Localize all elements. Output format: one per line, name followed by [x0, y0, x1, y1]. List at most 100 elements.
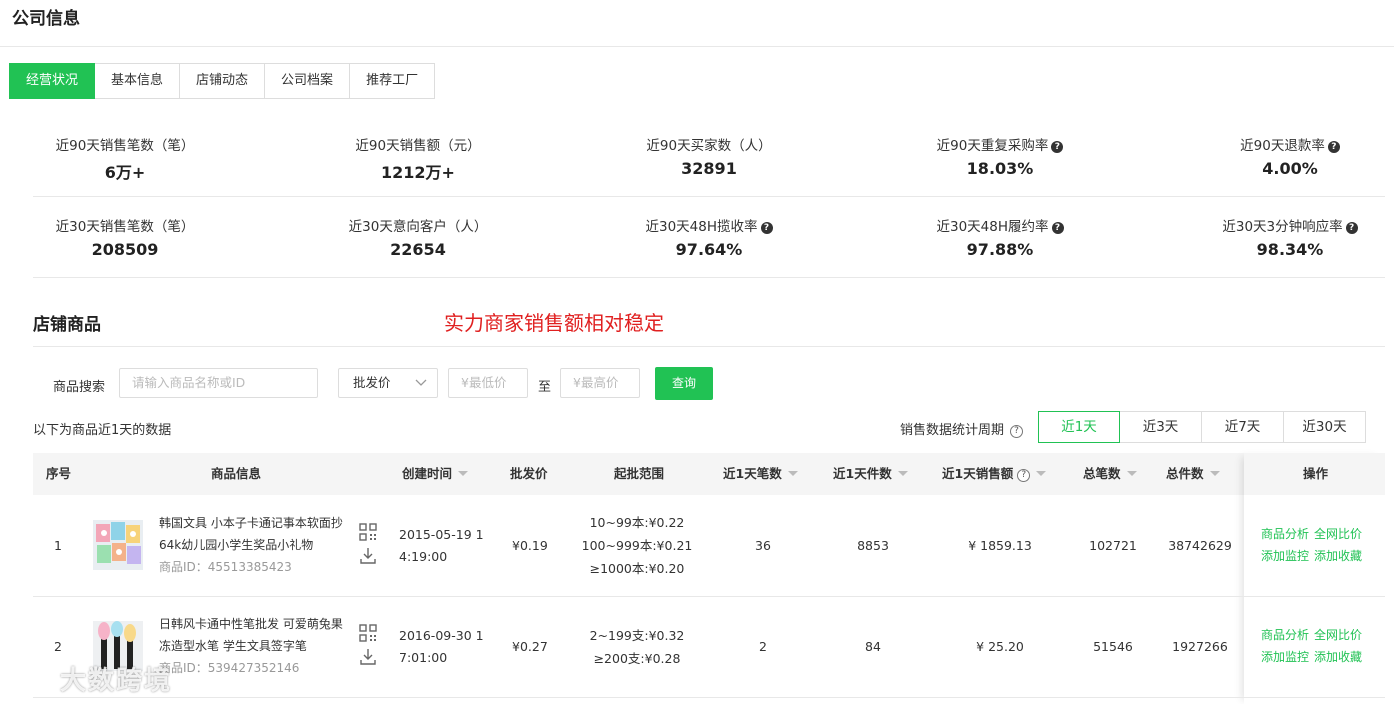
tab-basic-info[interactable]: 基本信息 [95, 63, 181, 99]
stat-label: 近90天退款率 [1240, 138, 1325, 154]
compare-price-link[interactable]: 全网比价 [1314, 628, 1362, 642]
col-sales-1d[interactable]: 近1天销售额? [942, 453, 1047, 495]
help-icon[interactable]: ? [1017, 469, 1031, 482]
col-product-info: 商品信息 [211, 466, 262, 481]
min-price-input[interactable]: ¥最低价 [448, 368, 528, 398]
notebook-image [93, 520, 143, 570]
add-favorite-link[interactable]: 添加收藏 [1314, 650, 1362, 664]
product-analysis-link[interactable]: 商品分析 [1261, 527, 1309, 541]
col-created[interactable]: 创建时间 [402, 453, 469, 495]
created-time-line: 2016-09-30 1 [399, 628, 484, 643]
stat-value: 97.88% [966, 240, 1034, 259]
divider [0, 46, 1394, 47]
created-time-line: 4:19:00 [399, 549, 448, 564]
col-created-label: 创建时间 [402, 466, 453, 481]
pieces-1d: 8853 [857, 538, 889, 553]
qr-code-icon[interactable] [358, 623, 378, 643]
help-icon[interactable]: ? [1051, 222, 1064, 234]
tab-company-profile[interactable]: 公司档案 [265, 63, 351, 99]
section-title: 店铺商品 [33, 315, 101, 335]
stat-label: 近90天销售额（元） [355, 138, 481, 154]
col-total-orders-label: 总笔数 [1083, 466, 1121, 481]
download-icon[interactable] [358, 647, 378, 667]
stat-label: 近90天重复采购率 [936, 138, 1049, 154]
range-tier: ≥1000本:¥0.20 [589, 561, 685, 576]
stat-card: 近30天销售笔数（笔） 208509 [25, 215, 225, 259]
stat-label: 近90天买家数（人） [646, 138, 772, 154]
period-30d[interactable]: 近30天 [1284, 411, 1366, 443]
period-7d[interactable]: 近7天 [1202, 411, 1284, 443]
batch-range: 10~99本:¥0.22 100~999本:¥0.21 ≥1000本:¥0.20 [575, 511, 699, 580]
batch-range: 2~199支:¥0.32 ≥200支:¥0.28 [575, 624, 699, 670]
row-divider [33, 697, 1385, 698]
divider [33, 196, 1385, 197]
help-icon[interactable]: ? [1345, 222, 1358, 234]
data-note: 以下为商品近1天的数据 [33, 423, 172, 438]
price-type-select[interactable]: 批发价 [338, 368, 438, 398]
col-price: 批发价 [510, 466, 548, 481]
watermark-icon [10, 669, 56, 689]
compare-price-link[interactable]: 全网比价 [1314, 527, 1362, 541]
divider [33, 277, 1385, 278]
period-1d[interactable]: 近1天 [1038, 411, 1120, 443]
stat-card: 近30天48H履约率? 97.88% [900, 215, 1100, 259]
help-icon[interactable]: ? [1327, 141, 1340, 153]
col-pieces-1d[interactable]: 近1天件数 [833, 453, 908, 495]
sort-icon [1126, 471, 1137, 476]
search-input[interactable]: 请输入商品名称或ID [119, 368, 318, 398]
stat-value: 18.03% [966, 159, 1034, 178]
product-name-line[interactable]: 韩国文具 小本子卡通记事本软面抄 [159, 512, 349, 534]
product-name-line[interactable]: 日韩风卡通中性笔批发 可爱萌兔果 [159, 613, 349, 635]
product-thumbnail[interactable] [93, 520, 143, 570]
help-icon[interactable]: ? [1010, 425, 1024, 438]
sales-1d: ¥ 1859.13 [968, 538, 1032, 553]
product-name-line[interactable]: 冻造型水笔 学生文具签字笔 [159, 635, 349, 657]
add-monitor-link[interactable]: 添加监控 [1261, 650, 1309, 664]
download-icon[interactable] [358, 546, 378, 566]
col-orders-1d[interactable]: 近1天笔数 [723, 453, 798, 495]
stat-label: 近30天意向客户（人） [348, 219, 488, 235]
help-icon[interactable]: ? [760, 222, 773, 234]
col-index: 序号 [46, 466, 72, 481]
col-total-pieces[interactable]: 总件数 [1166, 453, 1220, 495]
stat-value: 6万+ [104, 163, 146, 182]
add-monitor-link[interactable]: 添加监控 [1261, 549, 1309, 563]
tab-recommended-factory[interactable]: 推荐工厂 [350, 63, 436, 99]
stat-card: 近90天买家数（人） 32891 [609, 134, 809, 178]
range-tier: 100~999本:¥0.21 [581, 538, 693, 553]
range-tier: ≥200支:¥0.28 [593, 651, 681, 666]
stat-card: 近30天48H揽收率? 97.64% [609, 215, 809, 259]
total-pieces: 38742629 [1168, 538, 1232, 553]
orders-1d: 36 [755, 538, 771, 553]
sort-icon [1036, 471, 1047, 476]
stat-value: 1212万+ [381, 163, 455, 182]
period-3d[interactable]: 近3天 [1120, 411, 1202, 443]
search-button[interactable]: 查询 [655, 367, 713, 400]
row-actions: 商品分析 全网比价 添加监控 添加收藏 [1261, 624, 1367, 668]
product-info: 日韩风卡通中性笔批发 可爱萌兔果 冻造型水笔 学生文具签字笔 商品ID：5394… [159, 613, 349, 679]
product-name-line[interactable]: 64k幼儿园小学生奖品小礼物 [159, 534, 349, 556]
add-favorite-link[interactable]: 添加收藏 [1314, 549, 1362, 563]
created-time-line: 2015-05-19 1 [399, 527, 484, 542]
created-time: 2016-09-30 1 7:01:00 [399, 625, 484, 669]
total-orders: 102721 [1089, 538, 1137, 553]
stat-label: 近30天销售笔数（笔） [55, 219, 195, 235]
tab-bar: 经营状况 基本信息 店铺动态 公司档案 推荐工厂 [9, 63, 436, 99]
help-icon[interactable]: ? [1051, 141, 1064, 153]
sales-1d: ¥ 25.20 [976, 639, 1024, 654]
row-divider [33, 596, 1385, 597]
stat-label: 近30天48H揽收率 [645, 219, 758, 235]
col-orders-1d-label: 近1天笔数 [723, 466, 782, 481]
sort-icon [787, 471, 798, 476]
stat-card: 近90天退款率? 4.00% [1190, 134, 1390, 178]
product-analysis-link[interactable]: 商品分析 [1261, 628, 1309, 642]
tab-business-status[interactable]: 经营状况 [9, 63, 96, 99]
product-id: 商品ID：539427352146 [159, 661, 300, 675]
search-label: 商品搜索 [53, 380, 106, 395]
qr-code-icon[interactable] [358, 522, 378, 542]
max-price-input[interactable]: ¥最高价 [560, 368, 640, 398]
col-total-orders[interactable]: 总笔数 [1083, 453, 1137, 495]
watermark-text: 大数跨境 [60, 666, 173, 696]
tab-store-news[interactable]: 店铺动态 [180, 63, 266, 99]
stat-card: 近30天3分钟响应率? 98.34% [1190, 215, 1390, 259]
